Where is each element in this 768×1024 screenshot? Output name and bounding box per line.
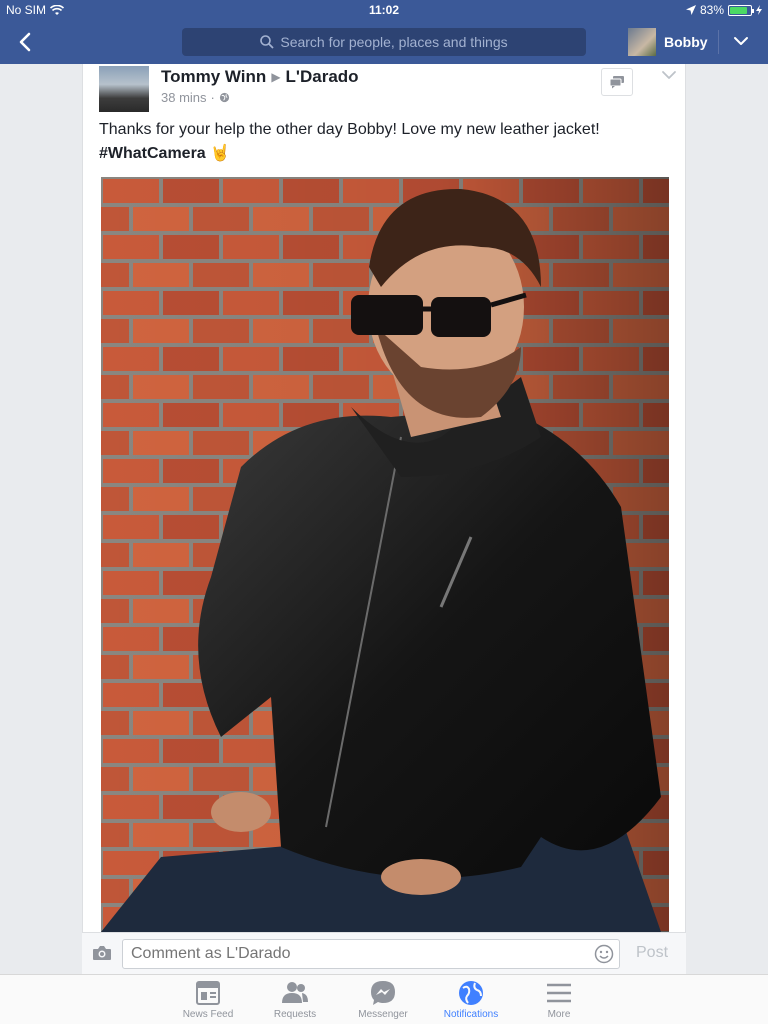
comment-bar: Post (82, 932, 686, 974)
post-meta: 38 mins · (161, 90, 230, 105)
share-button[interactable] (601, 68, 633, 96)
tab-news-feed[interactable]: News Feed (168, 979, 248, 1020)
author-avatar[interactable] (99, 66, 149, 112)
post-comment-button[interactable]: Post (636, 944, 668, 962)
comment-input[interactable] (122, 939, 620, 969)
profile-button[interactable]: Bobby (628, 28, 708, 56)
tab-label: Notifications (443, 1009, 499, 1020)
chevron-down-icon[interactable] (732, 32, 750, 50)
post-header: Tommy Winn ▶ L'Darado (161, 67, 359, 87)
tab-label: Requests (273, 1009, 317, 1020)
divider (718, 30, 719, 54)
rock-hand-emoji: 🤘 (210, 145, 231, 162)
message-bubble-icon (609, 76, 624, 89)
tab-requests[interactable]: Requests (255, 979, 335, 1020)
post-message: Thanks for your help the other day Bobby… (99, 121, 600, 138)
charging-bolt-icon (756, 5, 762, 15)
camera-icon[interactable] (92, 945, 112, 961)
post-card: Tommy Winn ▶ L'Darado 38 mins · Thanks f… (82, 64, 686, 932)
navigation-bar: Search for people, places and things Bob… (0, 20, 768, 64)
location-arrow-icon (685, 5, 696, 15)
tab-label: News Feed (182, 1009, 234, 1020)
status-bar: No SIM 11:02 83% (0, 0, 768, 20)
tab-bar: News Feed Requests Messenger Notificatio… (0, 974, 768, 1024)
battery-level (730, 6, 747, 14)
arrow-right-icon: ▶ (271, 70, 281, 84)
status-right: 83% (685, 3, 762, 17)
post-timestamp[interactable]: 38 mins (161, 90, 207, 105)
post-options-chevron-icon[interactable] (661, 68, 677, 82)
battery-icon (728, 4, 754, 16)
news-feed-icon (196, 981, 220, 1005)
tab-more[interactable]: More (519, 979, 599, 1020)
avatar (628, 28, 656, 56)
globe-privacy-icon (219, 92, 229, 103)
battery-percent: 83% (699, 3, 724, 17)
menu-icon (547, 983, 571, 1003)
user-name: Bobby (664, 34, 708, 50)
tab-label: Messenger (358, 1009, 408, 1020)
messenger-icon (371, 981, 395, 1005)
search-placeholder: Search for people, places and things (280, 34, 508, 50)
search-input[interactable]: Search for people, places and things (182, 28, 586, 56)
hashtag-link[interactable]: #WhatCamera (99, 145, 206, 162)
tab-messenger[interactable]: Messenger (343, 979, 423, 1020)
requests-icon (282, 982, 308, 1003)
back-button[interactable] (14, 30, 38, 54)
target-page-name[interactable]: L'Darado (286, 67, 359, 87)
globe-icon (459, 981, 483, 1005)
emoji-icon[interactable] (594, 944, 614, 964)
clock: 11:02 (368, 3, 400, 17)
tab-notifications[interactable]: Notifications (431, 979, 511, 1020)
meta-separator: · (210, 90, 215, 105)
post-body: Thanks for your help the other day Bobby… (99, 118, 669, 166)
search-icon (260, 35, 274, 49)
post-photo[interactable] (101, 177, 669, 932)
author-name[interactable]: Tommy Winn (161, 67, 266, 87)
tab-label: More (547, 1009, 571, 1020)
